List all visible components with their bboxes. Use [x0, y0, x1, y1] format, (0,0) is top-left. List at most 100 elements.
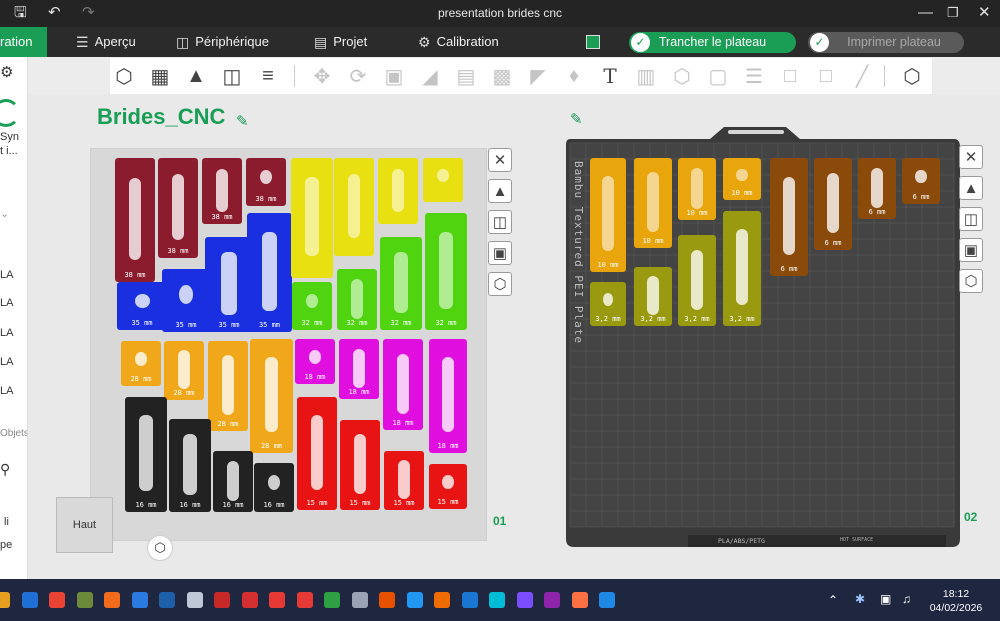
search-icon[interactable]: ⚲: [0, 461, 10, 478]
measure-cube-icon[interactable]: ⬡: [668, 62, 696, 90]
part-10-mm[interactable]: 10 mm: [678, 158, 716, 220]
folder-icon[interactable]: [0, 592, 10, 608]
tab-peripherique[interactable]: ◫ Périphérique: [176, 27, 269, 57]
part-6-mm[interactable]: 6 mm: [770, 158, 808, 276]
network-icon[interactable]: [461, 592, 478, 608]
cloud-icon[interactable]: [186, 592, 203, 608]
orca-icon[interactable]: [214, 592, 230, 608]
add-plate-icon[interactable]: ▦: [146, 62, 174, 90]
part-38-mm[interactable]: 38 mm: [202, 158, 242, 224]
part-35-mm[interactable]: 35 mm: [205, 237, 253, 332]
purple-app-icon[interactable]: [544, 592, 560, 608]
phone-link-icon[interactable]: [599, 592, 615, 608]
part-18-mm[interactable]: 18 mm: [383, 339, 423, 430]
boolean-icon[interactable]: ▩: [488, 62, 516, 90]
network-icon[interactable]: ▣: [880, 592, 891, 606]
support-paint-icon[interactable]: ◤: [524, 62, 552, 90]
plate-2[interactable]: Bambu Textured PEI Plate PLA/ABS/PETG HO…: [564, 127, 960, 554]
gear-icon[interactable]: ⚙: [0, 63, 13, 81]
object-o-icon[interactable]: □: [776, 62, 804, 90]
part-38-mm[interactable]: 38 mm: [115, 158, 155, 282]
lay-on-face-icon[interactable]: ◢: [416, 62, 444, 90]
part-3-2-mm[interactable]: 3,2 mm: [678, 235, 716, 326]
outlook-icon[interactable]: [21, 592, 38, 608]
part-6-mm[interactable]: 6 mm: [814, 158, 852, 250]
tab-projet[interactable]: ▤ Projet: [314, 27, 367, 57]
add-object-icon[interactable]: ⬡: [110, 62, 138, 90]
tab-preparation[interactable]: ration: [0, 27, 47, 57]
photos-icon[interactable]: [159, 592, 175, 608]
slicer-icon[interactable]: [241, 592, 258, 608]
git-icon[interactable]: [571, 592, 588, 608]
part-clamp[interactable]: [291, 158, 333, 278]
minimize-icon[interactable]: —: [918, 4, 933, 22]
bluetooth-icon[interactable]: ✱: [855, 592, 865, 606]
kodi-icon[interactable]: [406, 592, 423, 608]
part-38-mm[interactable]: 38 mm: [158, 158, 198, 258]
restore-icon[interactable]: ❐: [947, 4, 959, 22]
pdf-icon[interactable]: [296, 592, 313, 608]
speaker-icon[interactable]: ♫: [902, 592, 911, 606]
text-icon[interactable]: T: [596, 62, 624, 90]
part-clamp[interactable]: [378, 158, 418, 224]
filezilla-icon[interactable]: [379, 592, 395, 608]
plate-1[interactable]: 38 mm 38 mm 38 mm 38 mm 35 mm 35 mm 35 mm 35 mm…: [90, 148, 487, 541]
prusa-icon[interactable]: [269, 592, 285, 608]
part-16-mm[interactable]: 16 mm: [125, 397, 167, 512]
reset-view-icon[interactable]: ⬡: [147, 535, 173, 561]
part-15-mm[interactable]: 15 mm: [429, 464, 467, 509]
part-32-mm[interactable]: 32 mm: [425, 213, 467, 330]
vpn-icon[interactable]: [131, 592, 148, 608]
move-icon[interactable]: ✥: [308, 62, 336, 90]
part-3-2-mm[interactable]: 3,2 mm: [723, 211, 761, 326]
filament-item[interactable]: LA: [0, 269, 13, 281]
office-icon[interactable]: [104, 592, 120, 608]
close-icon[interactable]: ✕: [978, 4, 991, 22]
blender-icon[interactable]: [434, 592, 450, 608]
settings-icon[interactable]: ⬡: [959, 269, 983, 293]
objects-tab[interactable]: Objets: [0, 428, 27, 439]
part-28-mm[interactable]: 28 mm: [208, 341, 248, 431]
part-35-mm[interactable]: 35 mm: [162, 269, 210, 332]
plate-name[interactable]: Brides_CNC: [97, 104, 225, 130]
part-18-mm[interactable]: 18 mm: [339, 339, 379, 399]
lock-icon[interactable]: ▣: [959, 238, 983, 262]
bambu-studio-icon[interactable]: [324, 592, 340, 608]
lock-icon[interactable]: ▣: [488, 241, 512, 265]
scale-icon[interactable]: ▣: [380, 62, 408, 90]
sync-icon[interactable]: [0, 99, 20, 127]
part-clamp[interactable]: [334, 158, 374, 256]
part-15-mm[interactable]: 15 mm: [340, 420, 380, 510]
part-32-mm[interactable]: 32 mm: [337, 269, 377, 330]
auto-orient-icon[interactable]: ▲: [959, 176, 983, 200]
assembly-icon[interactable]: ▢: [704, 62, 732, 90]
part-3-2-mm[interactable]: 3,2 mm: [634, 267, 672, 326]
part-35-mm[interactable]: 35 mm: [117, 282, 167, 330]
arrange-icon[interactable]: ◫: [488, 210, 512, 234]
chrome-icon[interactable]: [49, 592, 65, 608]
slice-plate-button[interactable]: ✓ Trancher le plateau: [629, 32, 796, 53]
view-cube[interactable]: Haut: [56, 497, 113, 553]
filament-item[interactable]: LA: [0, 297, 13, 309]
part-clamp[interactable]: [423, 158, 463, 202]
part-16-mm[interactable]: 16 mm: [169, 419, 211, 512]
arrange-icon[interactable]: ◫: [959, 207, 983, 231]
filament-item[interactable]: LA: [0, 327, 13, 339]
filament-item[interactable]: LA: [0, 385, 13, 397]
part-10-mm[interactable]: 10 mm: [590, 158, 626, 272]
part-32-mm[interactable]: 32 mm: [292, 282, 332, 330]
system-clock[interactable]: 18:12 04/02/2026: [920, 587, 992, 615]
part-15-mm[interactable]: 15 mm: [384, 451, 424, 510]
color-paint-icon[interactable]: ♦: [560, 62, 588, 90]
split-icon[interactable]: ⬡: [898, 62, 926, 90]
close-icon[interactable]: ✕: [488, 148, 512, 172]
part-28-mm[interactable]: 28 mm: [164, 341, 204, 400]
edit-pencil-icon[interactable]: ✎: [570, 110, 583, 128]
chevron-up-icon[interactable]: ⌃: [828, 593, 838, 607]
arrange-icon[interactable]: ◫: [218, 62, 246, 90]
tab-apercu[interactable]: ☰ Aperçu: [76, 27, 136, 57]
part-16-mm[interactable]: 16 mm: [254, 463, 294, 512]
part-6-mm[interactable]: 6 mm: [858, 158, 896, 219]
auto-orient-icon[interactable]: ▲: [182, 62, 210, 90]
paint-icon[interactable]: [76, 592, 93, 608]
